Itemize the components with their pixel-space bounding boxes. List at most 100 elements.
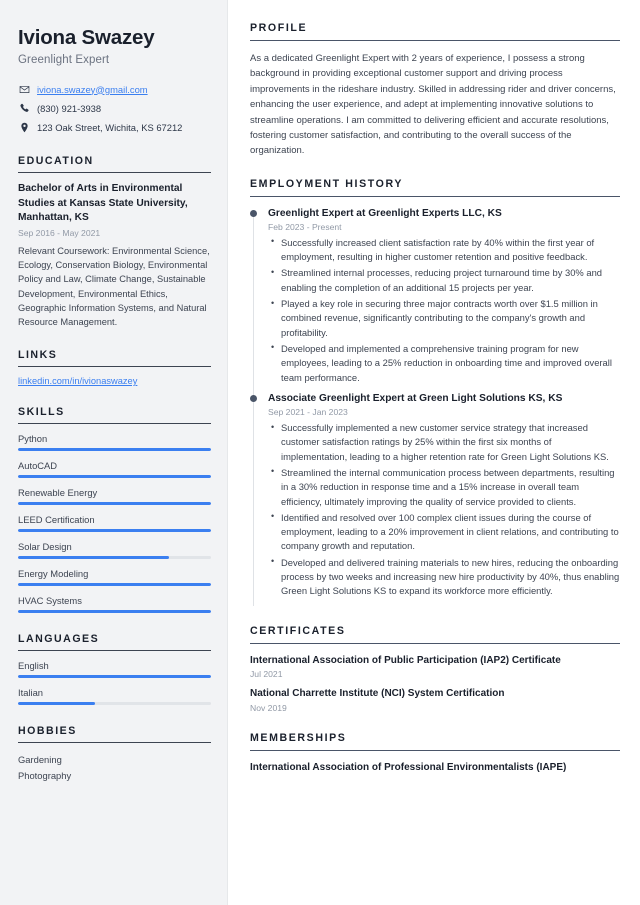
skill-label: Python [18,432,48,444]
education-degree: Bachelor of Arts in Environmental Studie… [18,182,188,224]
contact-email-link[interactable]: iviona.swazey@gmail.com [37,83,148,97]
employment-timeline: Greenlight Expert at Greenlight Experts … [250,207,620,606]
hobbies-section: HOBBIES Gardening Photography [18,725,211,785]
education-date: Sep 2016 - May 2021 [18,228,101,239]
languages-section: LANGUAGES English Italian [18,633,211,705]
skill-item: HVAC Systems [18,595,211,613]
skills-heading: SKILLS [18,406,211,424]
job-bullet: Streamlined the internal communication p… [268,465,620,509]
job-entry: Associate Greenlight Expert at Green Lig… [250,392,620,606]
contact-address: 123 Oak Street, Wichita, KS 67212 [18,121,211,135]
skill-item: Solar Design [18,541,211,559]
education-section: EDUCATION Bachelor of Arts in Environmen… [18,155,211,329]
languages-heading: LANGUAGES [18,633,211,651]
skill-label: Solar Design [18,540,72,552]
profile-heading: PROFILE [250,22,620,41]
skill-item: AutoCAD [18,460,211,478]
timeline-dot-icon [250,209,257,217]
job-bullet: Developed and implemented a comprehensiv… [268,341,620,385]
language-bar-track [18,701,211,705]
skill-bar-fill [18,501,211,505]
skills-list: Python AutoCAD Renewable Energy LEED Cer… [18,433,211,613]
language-label: English [18,659,49,671]
skill-label: AutoCAD [18,459,58,471]
certificates-section: CERTIFICATES International Association o… [250,625,620,713]
certificate-item: National Charrette Institute (NCI) Syste… [250,687,620,713]
hobbies-heading: HOBBIES [18,725,211,743]
hobby-item: Gardening [18,753,62,765]
skill-bar-track [18,474,211,478]
certificate-name: International Association of Public Part… [250,654,561,666]
skill-bar-track [18,528,211,532]
skill-label: LEED Certification [18,513,95,525]
contact-address-text: 123 Oak Street, Wichita, KS 67212 [37,121,183,133]
contact-list: iviona.swazey@gmail.com (830) 921-3938 1… [18,83,211,135]
contact-email: iviona.swazey@gmail.com [18,83,211,97]
timeline-line [253,401,254,606]
certificate-name: National Charrette Institute (NCI) Syste… [250,688,505,700]
language-bar-fill [18,701,96,705]
sidebar: Iviona Swazey Greenlight Expert iviona.s… [0,0,228,905]
skill-bar-fill [18,609,211,613]
candidate-job-title: Greenlight Expert [18,53,110,66]
skill-bar-fill [18,528,211,532]
links-section: LINKS linkedin.com/in/ivionaswazey [18,349,211,386]
education-description: Relevant Coursework: Environmental Scien… [18,246,210,327]
skills-section: SKILLS Python AutoCAD Renewable Energy L… [18,406,211,613]
envelope-icon [18,84,30,96]
skill-bar-fill [18,474,211,478]
language-label: Italian [18,686,44,698]
main-column: PROFILE As a dedicated Greenlight Expert… [228,0,640,905]
employment-section: EMPLOYMENT HISTORY Greenlight Expert at … [250,178,620,606]
job-bullet-list: Successfully increased client satisfacti… [268,235,620,385]
skill-bar-track [18,582,211,586]
contact-phone-text: (830) 921-3938 [37,102,102,114]
memberships-section: MEMBERSHIPS International Association of… [250,732,620,775]
education-heading: EDUCATION [18,155,211,173]
skill-item: Energy Modeling [18,568,211,586]
profile-text: As a dedicated Greenlight Expert with 2 … [250,53,616,157]
resume-page: Iviona Swazey Greenlight Expert iviona.s… [0,0,640,905]
skill-label: Renewable Energy [18,486,98,498]
language-item: English [18,660,211,678]
job-title: Greenlight Expert at Greenlight Experts … [268,207,502,219]
skill-bar-track [18,609,211,613]
skill-label: Energy Modeling [18,567,89,579]
contact-phone: (830) 921-3938 [18,102,211,116]
certificate-date: Nov 2019 [250,702,287,713]
certificate-item: International Association of Public Part… [250,654,620,680]
phone-icon [18,103,30,115]
employment-heading: EMPLOYMENT HISTORY [250,178,620,197]
job-title: Associate Greenlight Expert at Green Lig… [268,392,563,404]
skill-item: LEED Certification [18,514,211,532]
job-date: Feb 2023 - Present [268,221,342,232]
job-entry: Greenlight Expert at Greenlight Experts … [250,207,620,397]
language-bar-fill [18,674,211,678]
memberships-heading: MEMBERSHIPS [250,732,620,751]
job-bullet-list: Successfully implemented a new customer … [268,421,620,599]
job-bullet: Developed and delivered training materia… [268,555,620,599]
skill-item: Python [18,433,211,451]
skill-bar-track [18,501,211,505]
job-bullet: Successfully implemented a new customer … [268,421,620,464]
job-date: Sep 2021 - Jan 2023 [268,407,348,418]
location-pin-icon [18,122,30,134]
skill-item: Renewable Energy [18,487,211,505]
job-bullet: Identified and resolved over 100 complex… [268,510,620,554]
job-bullet: Played a key role in securing three majo… [268,297,620,340]
link-item-linkedin[interactable]: linkedin.com/in/ivionaswazey [18,376,211,386]
job-bullet: Successfully increased client satisfacti… [268,235,620,265]
language-bar-track [18,674,211,678]
hobby-item: Photography [18,770,72,782]
skill-label: HVAC Systems [18,594,82,606]
candidate-name: Iviona Swazey [18,26,155,49]
timeline-line [253,216,254,397]
certificate-date: Jul 2021 [250,669,283,680]
language-item: Italian [18,687,211,705]
skill-bar-fill [18,447,211,451]
skill-bar-track [18,555,211,559]
certificates-heading: CERTIFICATES [250,625,620,644]
links-heading: LINKS [18,349,211,367]
membership-name: International Association of Professiona… [250,761,567,773]
skill-bar-fill [18,555,169,559]
